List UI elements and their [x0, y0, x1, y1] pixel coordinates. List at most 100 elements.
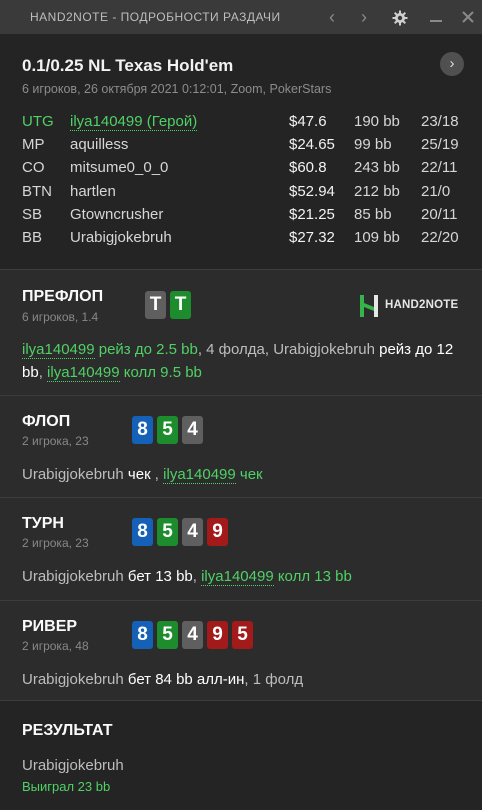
player-bb: 109 bb [354, 228, 400, 246]
player-stats: 22/11 [421, 159, 458, 177]
player-bb: 99 bb [354, 136, 392, 154]
player-name[interactable]: aquilless [70, 136, 128, 153]
card: 5 [157, 518, 178, 546]
player-position: MP [22, 136, 45, 154]
street-title: РИВЕР [22, 618, 78, 635]
player-name-link[interactable]: Urabigjokebruh [22, 466, 124, 483]
street-title: ТУРН [22, 515, 64, 532]
street-actions: Urabigjokebruh чек , ilya140499 чек [22, 463, 472, 486]
action-text: бет 84 bb алл-ин [127, 671, 245, 688]
card: 4 [182, 518, 203, 546]
street-subtitle: 2 игрока, 23 [22, 536, 89, 550]
action-text: , 1 фолд [244, 671, 304, 688]
title-bar: HAND2NOTE - ПОДРОБНОСТИ РАЗДАЧИ ‹ › [0, 0, 482, 34]
player-bb: 85 bb [354, 205, 392, 223]
street-flop: ФЛОП 2 игрока, 23 854 Urabigjokebruh чек… [0, 395, 482, 498]
street-actions: ilya140499 рейз до 2.5 bb, 4 фолда, Urab… [22, 338, 472, 384]
action-text: колл 13 bb [277, 568, 352, 585]
player-stats: 25/19 [421, 136, 459, 154]
card: 8 [132, 518, 153, 546]
street-preflop: ПРЕФЛОП 6 игроков, 1.4 TT HAND2NOTE ilya… [0, 269, 482, 395]
action-text: бет 13 bb [127, 568, 193, 585]
action-text: , [38, 364, 48, 381]
action-text: колл 9.5 bb [123, 364, 202, 381]
player-name-link[interactable]: Urabigjokebruh [273, 341, 375, 358]
hero-name-link[interactable]: ilya140499 [201, 568, 274, 586]
player-position: SB [22, 205, 43, 223]
player-name[interactable]: ilya140499 (Герой) [70, 113, 198, 131]
players-table: UTG ilya140499 (Герой) $47.6 190 bb 23/1… [22, 113, 467, 252]
result-title: РЕЗУЛЬТАТ [22, 722, 113, 739]
card: 8 [132, 621, 153, 649]
player-stats: 23/18 [421, 113, 459, 130]
hero-name-link[interactable]: ilya140499 [47, 364, 120, 382]
card: 5 [232, 621, 253, 649]
player-bb: 190 bb [354, 113, 400, 130]
player-stack: $27.32 [289, 228, 335, 246]
player-row: UTG ilya140499 (Герой) $47.6 190 bb 23/1… [22, 113, 467, 136]
hero-name-link[interactable]: ilya140499 [163, 466, 236, 484]
player-stats: 20/11 [421, 205, 458, 223]
action-text: , [150, 466, 164, 483]
player-stats: 22/20 [421, 228, 459, 246]
hand2note-logo: HAND2NOTE [358, 293, 468, 319]
street-subtitle: 6 игроков, 1.4 [22, 310, 99, 324]
chevron-right-icon[interactable]: › [353, 6, 375, 28]
player-row: BB Urabigjokebruh $27.32 109 bb 22/20 [22, 229, 467, 252]
action-text: чек [127, 466, 151, 483]
gear-icon[interactable] [389, 6, 411, 28]
logo-text: HAND2NOTE [385, 299, 459, 311]
player-bb: 212 bb [354, 182, 400, 200]
player-name[interactable]: hartlen [70, 183, 116, 200]
player-bb: 243 bb [354, 159, 400, 177]
minimize-icon[interactable] [425, 6, 447, 28]
player-position: BTN [22, 182, 52, 200]
game-title: 0.1/0.25 NL Texas Hold'em [22, 56, 234, 75]
street-title: ФЛОП [22, 413, 71, 430]
player-name[interactable]: Gtowncrusher [70, 206, 163, 223]
player-name-link[interactable]: Urabigjokebruh [22, 671, 124, 688]
card: 8 [132, 416, 153, 444]
board-cards: 8549 [132, 518, 232, 546]
card: 4 [182, 416, 203, 444]
player-row: BTN hartlen $52.94 212 bb 21/0 [22, 183, 467, 206]
street-actions: Urabigjokebruh бет 84 bb алл-ин, 1 фолд [22, 668, 472, 691]
action-text: рейз до 2.5 bb [98, 341, 198, 358]
player-stack: $21.25 [289, 205, 335, 223]
card: 4 [182, 621, 203, 649]
hero-name-link[interactable]: ilya140499 [22, 341, 95, 359]
board-cards: 854 [132, 416, 207, 444]
action-text: чек [239, 466, 263, 483]
player-row: SB Gtowncrusher $21.25 85 bb 20/11 [22, 206, 467, 229]
player-position: BB [22, 228, 43, 246]
street-turn: ТУРН 2 игрока, 23 8549 Urabigjokebruh бе… [0, 497, 482, 600]
street-title: ПРЕФЛОП [22, 288, 104, 305]
board-cards: 85495 [132, 621, 257, 649]
player-name-link[interactable]: Urabigjokebruh [22, 568, 124, 585]
player-row: MP aquilless $24.65 99 bb 25/19 [22, 136, 467, 159]
street-subtitle: 2 игрока, 48 [22, 639, 89, 653]
hand-header: 0.1/0.25 NL Texas Hold'em 6 игроков, 26 … [0, 34, 482, 269]
won-amount: Выиграл 23 bb [22, 779, 111, 794]
chevron-left-icon[interactable]: ‹ [321, 6, 343, 28]
player-stack: $60.8 [289, 159, 327, 177]
player-row: CO mitsume0_0_0 $60.8 243 bb 22/11 [22, 159, 467, 182]
card: 5 [157, 621, 178, 649]
player-stack: $47.6 [289, 113, 327, 130]
result-section: РЕЗУЛЬТАТ Urabigjokebruh Выиграл 23 bb [0, 700, 482, 810]
player-name[interactable]: mitsume0_0_0 [70, 159, 168, 176]
street-river: РИВЕР 2 игрока, 48 85495 Urabigjokebruh … [0, 600, 482, 701]
action-text: , [192, 568, 202, 585]
card: 9 [207, 621, 228, 649]
winner-name[interactable]: Urabigjokebruh [22, 757, 124, 774]
street-subtitle: 2 игрока, 23 [22, 434, 89, 448]
player-position: CO [22, 159, 45, 177]
action-text: , 4 фолда, [197, 341, 274, 358]
player-name[interactable]: Urabigjokebruh [70, 229, 172, 246]
hand2note-logo-icon [360, 295, 378, 317]
hole-cards: TT [145, 291, 195, 319]
card: T [170, 291, 191, 319]
next-hand-icon[interactable]: › [440, 52, 464, 76]
player-stats: 21/0 [421, 182, 451, 200]
close-icon[interactable] [457, 6, 479, 28]
